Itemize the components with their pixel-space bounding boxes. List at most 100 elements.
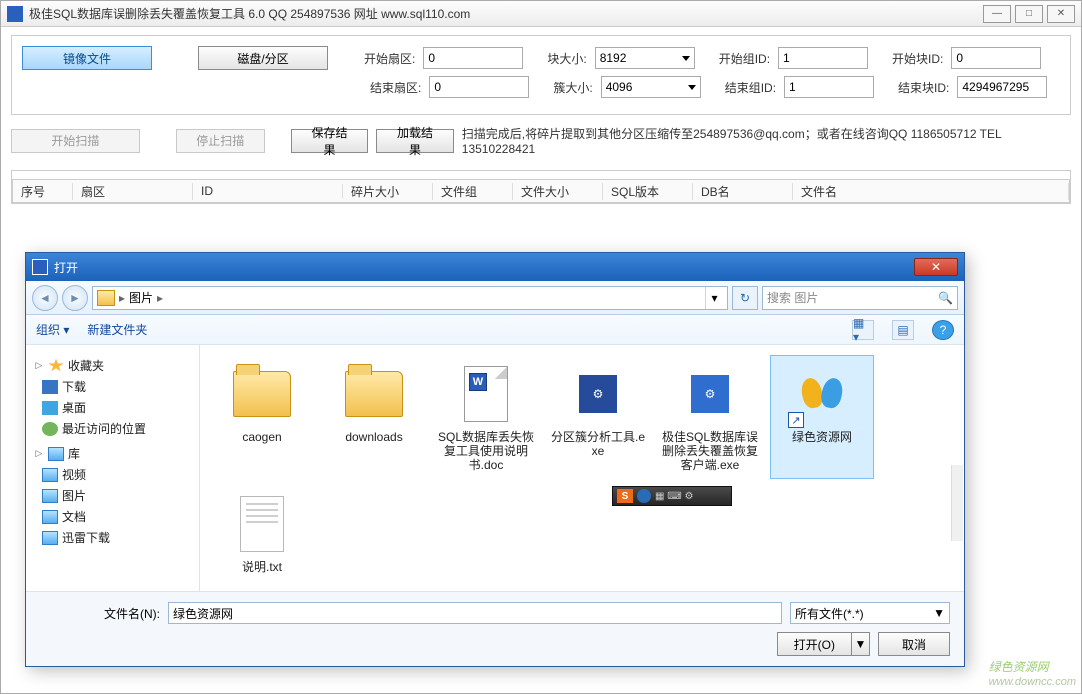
file-name: 分区簇分析工具.exe bbox=[549, 430, 647, 458]
file-item[interactable]: ⚙极佳SQL数据库误删除丢失覆盖恢复客户端.exe bbox=[658, 355, 762, 479]
nav-tree: ▷收藏夹 下载 桌面 最近访问的位置 ▷库 视频 图片 文档 迅雷下载 bbox=[26, 345, 200, 591]
cancel-button[interactable]: 取消 bbox=[878, 632, 950, 656]
breadcrumb-item[interactable]: 图片 bbox=[129, 289, 153, 306]
start-block-label: 开始块ID: bbox=[892, 50, 943, 67]
ime-toolbar[interactable]: S ▦ ⌨ ⚙ bbox=[612, 486, 732, 506]
end-sector-input[interactable] bbox=[429, 76, 529, 98]
image-file-button[interactable]: 镜像文件 bbox=[22, 46, 152, 70]
file-name: downloads bbox=[345, 430, 402, 444]
dialog-footer: 文件名(N): 所有文件(*.*)▼ 打开(O) ▼ 取消 bbox=[26, 591, 964, 666]
ime-sogou-icon[interactable]: S bbox=[617, 489, 633, 503]
nav-forward-button[interactable]: ► bbox=[62, 285, 88, 311]
file-item[interactable]: 说明.txt bbox=[210, 485, 314, 581]
file-item[interactable]: ⚙分区簇分析工具.exe bbox=[546, 355, 650, 479]
start-block-input[interactable] bbox=[951, 47, 1041, 69]
file-filter-combo[interactable]: 所有文件(*.*)▼ bbox=[790, 602, 950, 624]
filename-label: 文件名(N): bbox=[40, 605, 160, 622]
start-scan-button[interactable]: 开始扫描 bbox=[11, 129, 140, 153]
chevron-right-icon: ▸ bbox=[119, 291, 125, 305]
col-sector[interactable]: 扇区 bbox=[73, 183, 193, 200]
col-index[interactable]: 序号 bbox=[13, 183, 73, 200]
block-size-label: 块大小: bbox=[547, 50, 586, 67]
dialog-app-icon bbox=[32, 259, 48, 275]
end-sector-label: 结束扇区: bbox=[370, 79, 421, 96]
tree-pictures[interactable]: 图片 bbox=[30, 485, 195, 506]
tree-recent[interactable]: 最近访问的位置 bbox=[30, 418, 195, 439]
dialog-close-button[interactable]: ✕ bbox=[914, 258, 958, 276]
tree-libraries[interactable]: ▷库 bbox=[30, 443, 195, 464]
window-title: 极佳SQL数据库误删除丢失覆盖恢复工具 6.0 QQ 254897536 网址 … bbox=[29, 5, 983, 22]
cluster-size-label: 簇大小: bbox=[553, 79, 592, 96]
dialog-title: 打开 bbox=[54, 259, 914, 276]
col-frag-size[interactable]: 碎片大小 bbox=[343, 183, 433, 200]
search-icon: 🔍 bbox=[938, 291, 953, 305]
start-group-input[interactable] bbox=[778, 47, 868, 69]
end-block-label: 结束块ID: bbox=[898, 79, 949, 96]
tree-documents[interactable]: 文档 bbox=[30, 506, 195, 527]
col-filegroup[interactable]: 文件组 bbox=[433, 183, 513, 200]
open-button[interactable]: 打开(O) ▼ bbox=[777, 632, 870, 656]
open-button-dropdown[interactable]: ▼ bbox=[852, 632, 870, 656]
end-group-label: 结束组ID: bbox=[725, 79, 776, 96]
cluster-size-combo[interactable]: 4096 bbox=[601, 76, 701, 98]
tree-videos[interactable]: 视频 bbox=[30, 464, 195, 485]
scan-hint: 扫描完成后,将碎片提取到其他分区压缩传至254897536@qq.com；或者在… bbox=[462, 125, 1071, 156]
open-button-main[interactable]: 打开(O) bbox=[777, 632, 852, 656]
nav-back-button[interactable]: ◄ bbox=[32, 285, 58, 311]
file-name: 极佳SQL数据库误删除丢失覆盖恢复客户端.exe bbox=[661, 430, 759, 472]
file-item[interactable]: downloads bbox=[322, 355, 426, 479]
file-list[interactable]: caogen downloads WSQL数据库丢失恢复工具使用说明书.doc⚙分区… bbox=[200, 345, 964, 591]
organize-button[interactable]: 组织 ▾ bbox=[36, 321, 69, 338]
file-item[interactable]: caogen bbox=[210, 355, 314, 479]
chevron-right-icon: ▸ bbox=[157, 291, 163, 305]
end-group-input[interactable] bbox=[784, 76, 874, 98]
maximize-button[interactable]: □ bbox=[1015, 5, 1043, 23]
tree-desktop[interactable]: 桌面 bbox=[30, 397, 195, 418]
result-table-header: 序号 扇区 ID 碎片大小 文件组 文件大小 SQL版本 DB名 文件名 bbox=[12, 179, 1070, 203]
file-item[interactable]: WSQL数据库丢失恢复工具使用说明书.doc bbox=[434, 355, 538, 479]
col-dbname[interactable]: DB名 bbox=[693, 183, 793, 200]
file-name: caogen bbox=[242, 430, 281, 444]
file-name: SQL数据库丢失恢复工具使用说明书.doc bbox=[437, 430, 535, 472]
block-size-combo[interactable]: 8192 bbox=[595, 47, 695, 69]
view-mode-button[interactable]: ▦ ▾ bbox=[852, 320, 874, 340]
end-block-input[interactable] bbox=[957, 76, 1047, 98]
help-icon[interactable]: ? bbox=[932, 320, 954, 340]
start-sector-label: 开始扇区: bbox=[364, 50, 415, 67]
filename-input[interactable] bbox=[168, 602, 782, 624]
scrollbar[interactable] bbox=[951, 465, 963, 541]
breadcrumb[interactable]: ▸ 图片 ▸ ▾ bbox=[92, 286, 728, 310]
col-filename[interactable]: 文件名 bbox=[793, 183, 1069, 200]
new-folder-button[interactable]: 新建文件夹 bbox=[87, 321, 147, 338]
start-sector-input[interactable] bbox=[423, 47, 523, 69]
start-group-label: 开始组ID: bbox=[719, 50, 770, 67]
ime-mode-icon[interactable] bbox=[637, 489, 651, 503]
breadcrumb-dropdown[interactable]: ▾ bbox=[705, 287, 723, 309]
col-filesize[interactable]: 文件大小 bbox=[513, 183, 603, 200]
save-result-button[interactable]: 保存结果 bbox=[291, 129, 368, 153]
close-button[interactable]: ✕ bbox=[1047, 5, 1075, 23]
dialog-titlebar[interactable]: 打开 ✕ bbox=[26, 253, 964, 281]
col-id[interactable]: ID bbox=[193, 184, 343, 198]
search-input[interactable]: 搜索 图片 🔍 bbox=[762, 286, 958, 310]
minimize-button[interactable]: — bbox=[983, 5, 1011, 23]
file-item[interactable]: ↗绿色资源网 bbox=[770, 355, 874, 479]
dialog-nav: ◄ ► ▸ 图片 ▸ ▾ ↻ 搜索 图片 🔍 bbox=[26, 281, 964, 315]
file-name: 绿色资源网 bbox=[792, 430, 852, 444]
tree-downloads[interactable]: 下载 bbox=[30, 376, 195, 397]
search-placeholder: 搜索 图片 bbox=[767, 289, 818, 306]
stop-scan-button[interactable]: 停止扫描 bbox=[176, 129, 265, 153]
disk-partition-button[interactable]: 磁盘/分区 bbox=[198, 46, 328, 70]
col-sqlver[interactable]: SQL版本 bbox=[603, 183, 693, 200]
app-icon bbox=[7, 6, 23, 22]
open-dialog: 打开 ✕ ◄ ► ▸ 图片 ▸ ▾ ↻ 搜索 图片 🔍 组织 ▾ 新建文件夹 ▦… bbox=[25, 252, 965, 667]
dialog-toolbar: 组织 ▾ 新建文件夹 ▦ ▾ ▤ ? bbox=[26, 315, 964, 345]
preview-pane-button[interactable]: ▤ bbox=[892, 320, 914, 340]
tree-favorites[interactable]: ▷收藏夹 bbox=[30, 355, 195, 376]
refresh-button[interactable]: ↻ bbox=[732, 286, 758, 310]
titlebar: 极佳SQL数据库误删除丢失覆盖恢复工具 6.0 QQ 254897536 网址 … bbox=[1, 1, 1081, 27]
tree-xunlei[interactable]: 迅雷下载 bbox=[30, 527, 195, 548]
load-result-button[interactable]: 加载结果 bbox=[376, 129, 453, 153]
file-name: 说明.txt bbox=[242, 560, 282, 574]
top-group: 镜像文件 磁盘/分区 开始扇区: 块大小: 8192 开始组ID: 开始块ID:… bbox=[11, 35, 1071, 115]
